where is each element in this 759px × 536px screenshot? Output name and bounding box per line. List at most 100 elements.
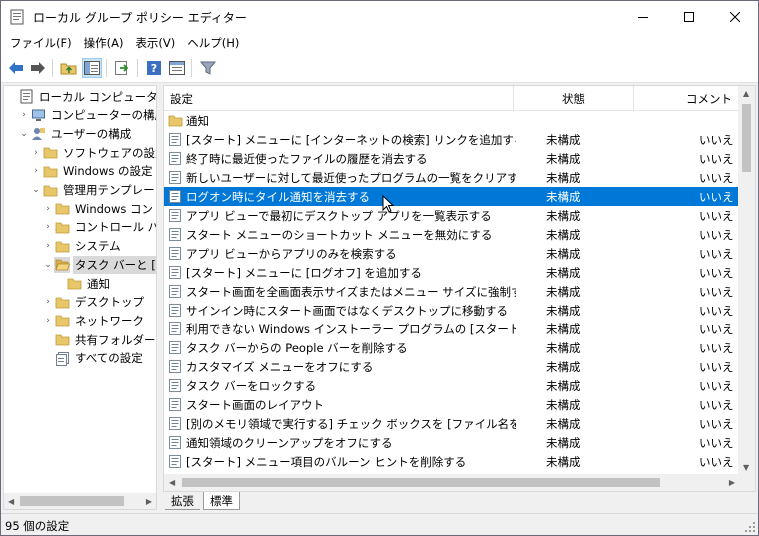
help-button[interactable]: ? — [144, 58, 164, 78]
tree-item[interactable]: ⌄ タスク バーと [ス — [42, 255, 156, 274]
expand-chevron-icon[interactable]: › — [42, 311, 54, 330]
list-row[interactable]: 新しいユーザーに対して最近使ったプログラムの一覧をクリアする 未構成 いいえ — [164, 168, 740, 187]
tab-standard[interactable]: 標準 — [203, 492, 240, 510]
tree-item[interactable]: ⌄ 管理用テンプレート — [30, 181, 157, 200]
expand-chevron-icon[interactable]: › — [42, 237, 54, 256]
list-row[interactable]: アプリ ビューからアプリのみを検索する 未構成 いいえ — [164, 244, 740, 263]
setting-icon — [169, 417, 181, 431]
list-row[interactable]: 通知領域のクリーンアップをオフにする 未構成 いいえ — [164, 433, 740, 452]
expand-chevron-icon[interactable]: › — [18, 106, 30, 125]
collapse-chevron-icon[interactable]: ⌄ — [30, 181, 42, 200]
list-row[interactable]: [別のメモリ領域で実行する] チェック ボックスを [ファイル名を指定し... 未… — [164, 414, 740, 433]
tab-extended[interactable]: 拡張 — [165, 492, 200, 510]
list-horizontal-scrollbar[interactable]: ◀ ▶ — [164, 474, 740, 491]
close-button[interactable] — [712, 1, 758, 32]
scroll-corner — [738, 474, 755, 491]
collapse-chevron-icon[interactable]: ⌄ — [42, 255, 54, 274]
setting-icon — [169, 151, 181, 165]
list-row[interactable]: タスク バーからの People バーを削除する 未構成 いいえ — [164, 338, 740, 357]
tree-item-icon — [54, 294, 70, 310]
tree-item[interactable]: ⌄ ユーザーの構成 — [18, 124, 133, 143]
list-row[interactable]: 終了時に最近使ったファイルの履歴を消去する 未構成 いいえ — [164, 149, 740, 168]
setting-comment: いいえ — [699, 341, 734, 356]
expand-chevron-icon[interactable]: › — [30, 143, 42, 162]
column-state[interactable]: 状態 — [514, 86, 634, 111]
filter-button[interactable] — [198, 58, 218, 78]
list-vertical-scrollbar[interactable]: ▲ ▼ — [738, 86, 755, 475]
list-row[interactable]: ログオン時にタイル通知を消去する 未構成 いいえ — [164, 186, 740, 206]
export-list-icon — [115, 61, 129, 75]
folder-icon — [55, 334, 69, 346]
menu-action[interactable]: 操作(A) — [78, 35, 130, 51]
scroll-left-icon[interactable]: ◀ — [8, 497, 14, 506]
menu-help[interactable]: ヘルプ(H) — [181, 35, 245, 51]
maximize-button[interactable] — [666, 1, 712, 32]
tree-item[interactable]: › システム — [42, 237, 123, 256]
setting-comment: いいえ — [699, 246, 734, 261]
scroll-right-icon[interactable]: ▶ — [146, 497, 152, 506]
tree-item-icon — [42, 145, 58, 161]
tree-item-label: ローカル コンピューター ポリシ — [39, 89, 157, 104]
column-comment[interactable]: コメント — [634, 86, 740, 111]
collapse-chevron-icon[interactable]: ⌄ — [18, 124, 30, 143]
list-row[interactable]: サインイン時にスタート画面ではなくデスクトップに移動する 未構成 いいえ — [164, 301, 740, 320]
folder-open-icon — [54, 259, 70, 271]
tree-item[interactable]: › コントロール パ — [42, 218, 156, 237]
main-window: ローカル グループ ポリシー エディター ファイル(F) 操作(A) 表示(V)… — [0, 0, 759, 536]
list-row[interactable]: タスク バーをロックする 未構成 いいえ — [164, 376, 740, 395]
tree-item[interactable]: › Windows の設定 — [30, 162, 155, 181]
scroll-left-icon[interactable]: ◀ — [169, 478, 175, 487]
list-row[interactable]: [スタート] メニュー項目のバルーン ヒントを削除する 未構成 いいえ — [164, 452, 740, 471]
tree-item[interactable]: ローカル コンピューター ポリシ — [6, 87, 157, 106]
setting-state: 未構成 — [546, 189, 581, 204]
menu-view[interactable]: 表示(V) — [129, 35, 181, 51]
tree-item[interactable]: › ソフトウェアの設定 — [30, 143, 157, 162]
scroll-up-icon[interactable]: ▲ — [743, 89, 749, 98]
column-setting[interactable]: 設定 — [164, 86, 514, 111]
tree-item[interactable]: › デスクトップ — [42, 293, 146, 312]
tree-item[interactable]: › ネットワーク — [42, 311, 146, 330]
list-row[interactable]: [スタート] メニューに [ログオフ] を追加する 未構成 いいえ — [164, 263, 740, 282]
list-row[interactable]: スタート画面のレイアウト 未構成 いいえ — [164, 395, 740, 414]
scroll-down-icon[interactable]: ▼ — [743, 463, 749, 472]
setting-name: [別のメモリ領域で実行する] チェック ボックスを [ファイル名を指定し... — [186, 417, 516, 432]
expand-chevron-icon[interactable]: › — [30, 162, 42, 181]
tree-scroll-thumb[interactable] — [20, 496, 124, 506]
back-button[interactable] — [6, 58, 26, 78]
list-row[interactable]: 通知 — [164, 111, 740, 130]
expand-chevron-icon[interactable]: › — [42, 293, 54, 312]
expand-chevron-icon[interactable]: › — [42, 199, 54, 218]
list-row[interactable]: カスタマイズ メニューをオフにする 未構成 いいえ — [164, 357, 740, 376]
setting-icon — [169, 246, 181, 260]
list-row[interactable]: スタート画面を全画面表示サイズまたはメニュー サイズに強制する 未構成 いいえ — [164, 282, 740, 301]
scroll-right-icon[interactable]: ▶ — [729, 478, 735, 487]
properties-button[interactable] — [167, 58, 187, 78]
list-row[interactable]: 利用できない Windows インストーラー プログラムの [スタート] メニュ… — [164, 319, 740, 338]
forward-button[interactable] — [28, 58, 48, 78]
tree-item-label: ソフトウェアの設定 — [63, 145, 157, 160]
show-hide-tree-button[interactable] — [82, 58, 102, 78]
list-row[interactable]: アプリ ビューで最初にデスクトップ アプリを一覧表示する 未構成 いいえ — [164, 206, 740, 225]
minimize-button[interactable] — [620, 1, 666, 32]
list-row[interactable]: スタート メニューのショートカット メニューを無効にする 未構成 いいえ — [164, 225, 740, 244]
tree-item[interactable]: すべての設定 — [42, 349, 145, 368]
close-icon — [730, 11, 740, 22]
menu-file[interactable]: ファイル(F) — [4, 35, 78, 51]
tree-item[interactable]: › Windows コン — [42, 199, 155, 218]
list-row[interactable]: [スタート] メニューに [インターネットの検索] リンクを追加する 未構成 いいえ — [164, 130, 740, 149]
resize-grip-icon[interactable] — [744, 521, 756, 533]
list-hscroll-thumb[interactable] — [182, 478, 660, 487]
show-hide-tree-icon — [84, 61, 100, 75]
up-level-button[interactable] — [59, 58, 79, 78]
tree-item[interactable]: 共有フォルダー — [42, 330, 156, 349]
expand-chevron-icon[interactable]: › — [42, 218, 54, 237]
tree-item[interactable]: 通知 — [54, 274, 112, 293]
tree-horizontal-scrollbar[interactable]: ◀ ▶ — [4, 493, 156, 509]
tree-item-label: 管理用テンプレート — [63, 183, 157, 197]
export-list-button[interactable] — [113, 58, 133, 78]
setting-name: タスク バーからの People バーを削除する — [186, 341, 408, 356]
list-vscroll-thumb[interactable] — [742, 104, 751, 172]
tree-item[interactable]: › コンピューターの構成 — [18, 106, 156, 125]
